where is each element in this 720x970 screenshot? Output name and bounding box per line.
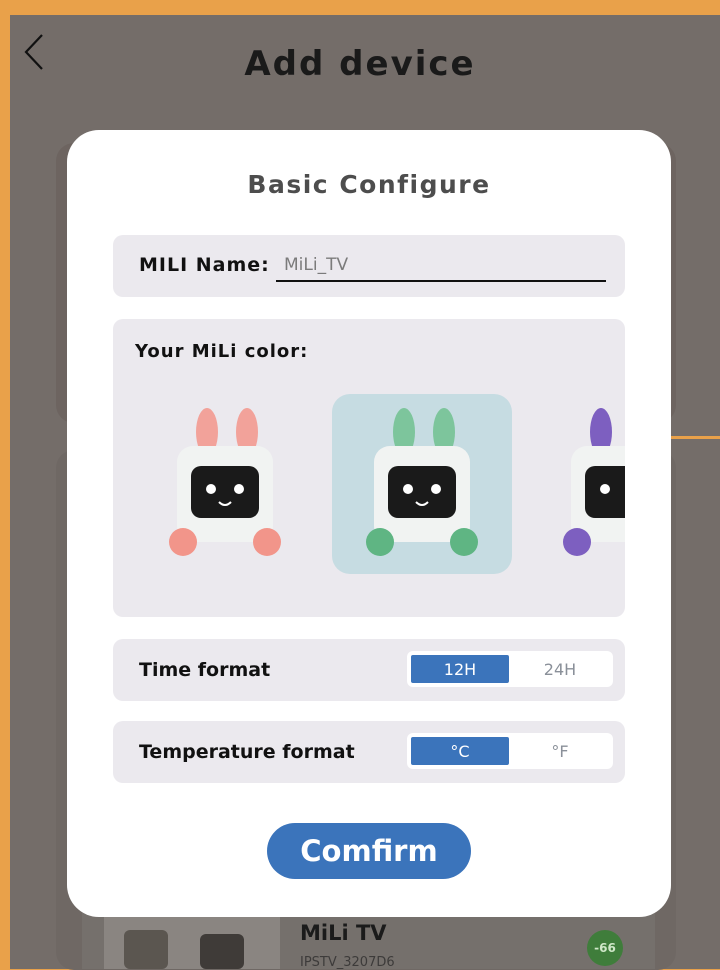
time-format-toggle: 12H 24H bbox=[407, 651, 613, 687]
time-12h-option[interactable]: 12H bbox=[411, 655, 509, 683]
device-id: IPSTV_3207D6 bbox=[300, 955, 395, 970]
confirm-button[interactable]: Comfirm bbox=[267, 823, 471, 879]
dialog-title: Basic Configure bbox=[247, 170, 491, 199]
temp-celsius-option[interactable]: °C bbox=[411, 737, 509, 765]
name-panel: MILI Name: bbox=[113, 235, 625, 297]
mili-purple-icon bbox=[563, 408, 625, 556]
color-option-pink[interactable] bbox=[135, 394, 315, 574]
mili-pink-icon bbox=[169, 408, 281, 556]
color-option-green[interactable] bbox=[332, 394, 512, 574]
time-format-row: Time format 12H 24H bbox=[113, 639, 625, 701]
time-format-label: Time format bbox=[139, 659, 271, 681]
temp-fahrenheit-option[interactable]: °F bbox=[511, 737, 609, 765]
mili-green-icon bbox=[366, 408, 478, 556]
time-24h-option[interactable]: 24H bbox=[511, 655, 609, 683]
color-option-purple[interactable] bbox=[529, 394, 625, 574]
color-panel: Your MiLi color: bbox=[113, 319, 625, 617]
signal-badge: -66 bbox=[587, 930, 623, 966]
name-label: MILI Name: bbox=[139, 254, 270, 276]
color-label: Your MiLi color: bbox=[135, 341, 309, 362]
basic-configure-dialog: Basic Configure MILI Name: Your MiLi col… bbox=[67, 130, 671, 917]
temperature-format-toggle: °C °F bbox=[407, 733, 613, 769]
mili-name-input[interactable] bbox=[276, 250, 606, 282]
page-title: Add device bbox=[244, 44, 476, 84]
device-thumbnail bbox=[104, 912, 280, 969]
device-name: MiLi TV bbox=[300, 921, 387, 945]
temperature-format-label: Temperature format bbox=[139, 741, 355, 763]
temperature-format-row: Temperature format °C °F bbox=[113, 721, 625, 783]
